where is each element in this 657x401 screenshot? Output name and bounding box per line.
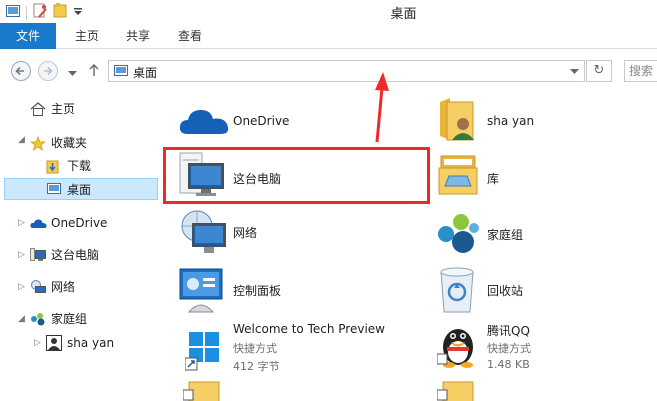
windows-logo-icon	[185, 332, 219, 371]
sidebar-item-label: OneDrive	[51, 216, 108, 230]
sidebar-item-label: 家庭组	[51, 312, 88, 326]
sidebar-item-label: 收藏夹	[51, 136, 88, 150]
window-title: 桌面	[390, 7, 417, 22]
item-label: Welcome to Tech Preview	[233, 322, 385, 336]
forward-button[interactable]	[38, 61, 58, 81]
refresh-button[interactable]: ↻	[586, 60, 612, 82]
star-icon	[30, 136, 46, 151]
sidebar-item-user[interactable]: sha yan	[46, 332, 156, 354]
sidebar-item-thispc[interactable]: 这台电脑	[30, 244, 150, 266]
list-item-partial[interactable]	[437, 380, 637, 401]
user-avatar-icon	[46, 335, 62, 351]
sidebar-item-label: 网络	[51, 280, 76, 294]
item-label: 回收站	[487, 284, 524, 298]
home-icon	[30, 102, 46, 116]
desktop-icon	[114, 65, 128, 76]
navigation-pane: 主页 ◢ 收藏夹 下载 桌面 ▷ OneDrive ▷ 这台电脑 ▷ 网络 ◢ …	[0, 92, 162, 401]
sidebar-item-label: 这台电脑	[51, 248, 100, 262]
item-size: 1.48 KB	[487, 358, 530, 371]
item-label: sha yan	[487, 114, 535, 128]
item-label: 网络	[233, 226, 258, 240]
address-row: 桌面 ↻ 搜索	[0, 50, 657, 90]
sidebar-item-downloads[interactable]: 下载	[46, 155, 156, 177]
back-button[interactable]	[11, 61, 31, 81]
item-type: 快捷方式	[487, 342, 531, 355]
list-item-user[interactable]: sha yan	[437, 96, 637, 150]
list-item-homegroup[interactable]: 家庭组	[437, 210, 637, 264]
list-item-qq[interactable]: 腾讯QQ 快捷方式 1.48 KB	[437, 320, 637, 372]
up-arrow-icon[interactable]	[88, 63, 100, 80]
refresh-icon: ↻	[593, 63, 605, 78]
network-icon	[31, 280, 46, 293]
item-size: 412 字节	[233, 360, 280, 373]
list-item-controlpanel[interactable]: 控制面板	[179, 268, 419, 322]
item-label: 家庭组	[487, 228, 524, 242]
downloads-folder-icon	[46, 160, 59, 174]
back-arrow-icon	[15, 66, 24, 76]
folder-icon	[437, 381, 474, 401]
ribbon-tabs: 文件 主页 共享 查看	[0, 23, 657, 49]
sidebar-item-label: 主页	[51, 102, 76, 116]
sidebar-item-label: 桌面	[67, 183, 92, 197]
desktop-icon	[47, 183, 61, 194]
list-item-network[interactable]: 网络	[179, 210, 419, 264]
library-icon	[438, 155, 478, 195]
expand-chevron-icon[interactable]: ▷	[18, 250, 25, 260]
expand-chevron-icon[interactable]: ▷	[34, 338, 41, 348]
tab-view[interactable]: 查看	[170, 23, 210, 49]
address-dropdown-chevron-icon[interactable]	[570, 69, 579, 75]
sidebar-item-label: sha yan	[67, 336, 115, 350]
tab-share[interactable]: 共享	[118, 23, 158, 49]
expand-chevron-icon[interactable]: ◢	[18, 135, 25, 145]
search-input[interactable]: 搜索	[624, 60, 657, 82]
list-item-library[interactable]: 库	[437, 152, 637, 206]
expand-chevron-icon[interactable]: ▷	[18, 218, 25, 228]
user-folder-icon	[440, 98, 474, 141]
title-bar: 桌面	[0, 0, 657, 23]
sidebar-item-homegroup[interactable]: 家庭组	[30, 308, 150, 330]
sidebar-item-label: 下载	[67, 159, 92, 173]
homegroup-icon	[438, 214, 479, 253]
item-label: 腾讯QQ	[487, 324, 530, 338]
annotation-highlight-box	[163, 147, 430, 204]
item-label: OneDrive	[233, 114, 290, 128]
item-label: 控制面板	[233, 284, 282, 298]
forward-arrow-icon	[44, 66, 53, 76]
sidebar-item-home[interactable]: 主页	[30, 98, 150, 120]
tab-home[interactable]: 主页	[67, 23, 107, 49]
address-bar[interactable]: 桌面	[108, 60, 585, 82]
item-type: 快捷方式	[233, 342, 277, 355]
network-icon	[181, 210, 226, 253]
qq-penguin-icon	[437, 329, 473, 368]
sidebar-item-desktop[interactable]: 桌面	[4, 178, 158, 200]
sidebar-item-network[interactable]: 网络	[30, 276, 150, 298]
list-item-recycle[interactable]: 回收站	[437, 266, 637, 320]
onedrive-cloud-icon	[179, 110, 229, 134]
list-item-welcome[interactable]: Welcome to Tech Preview 快捷方式 412 字节	[179, 322, 419, 374]
sidebar-item-onedrive[interactable]: OneDrive	[30, 212, 150, 234]
expand-chevron-icon[interactable]: ▷	[18, 282, 25, 292]
sidebar-item-favorites[interactable]: 收藏夹	[30, 132, 150, 154]
computer-icon	[30, 248, 46, 261]
file-list: OneDrive sha yan 这台电脑 库 网络 家庭组 控制面板 回收站 …	[165, 92, 657, 401]
recent-locations-chevron-icon[interactable]	[68, 66, 77, 80]
list-item-partial[interactable]	[179, 380, 419, 401]
address-path[interactable]: 桌面	[133, 64, 157, 81]
item-label: 库	[487, 172, 500, 186]
recycle-bin-icon	[440, 267, 474, 313]
control-panel-icon	[179, 268, 223, 313]
tab-file[interactable]: 文件	[0, 23, 56, 49]
onedrive-cloud-icon	[30, 219, 47, 228]
expand-chevron-icon[interactable]: ◢	[18, 314, 25, 324]
folder-icon	[183, 381, 220, 401]
homegroup-icon	[31, 313, 45, 326]
